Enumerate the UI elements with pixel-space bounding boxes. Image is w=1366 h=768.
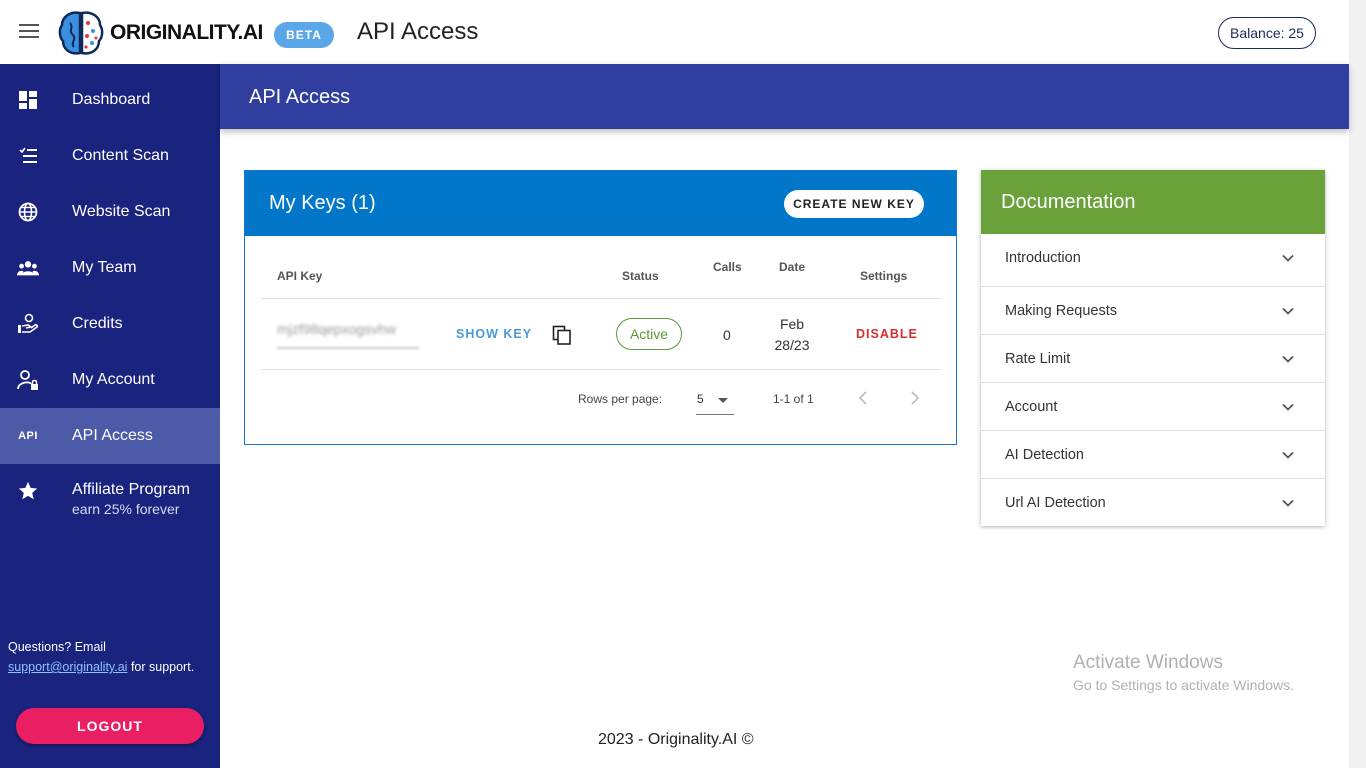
api-key-blur-underline <box>277 347 419 349</box>
column-header-settings: Settings <box>860 269 908 283</box>
copy-icon[interactable] <box>552 325 572 345</box>
api-key-masked: mjzf98qepxogsvhw <box>277 321 397 337</box>
divider <box>261 298 941 299</box>
team-icon <box>17 257 39 279</box>
sidebar-item-label: Website Scan <box>72 203 171 220</box>
sidebar-item-affiliate-program[interactable]: Affiliate Program earn 25% forever <box>0 464 220 534</box>
my-keys-card: My Keys (1) CREATE NEW KEY API Key Statu… <box>244 170 957 445</box>
globe-icon <box>17 201 39 223</box>
footer-text: 2023 - Originality.AI © <box>598 731 754 748</box>
windows-watermark-title: Activate Windows <box>1073 652 1223 673</box>
create-new-key-button[interactable]: CREATE NEW KEY <box>784 190 924 218</box>
chevron-down-icon <box>1282 403 1294 411</box>
account-lock-icon <box>17 369 39 391</box>
doc-item-label: Url AI Detection <box>1005 495 1106 511</box>
documentation-header: Documentation <box>981 170 1325 234</box>
rows-per-page-value: 5 <box>697 392 704 406</box>
sidebar-item-label: Dashboard <box>72 91 151 108</box>
date-value: Feb 28/23 <box>765 314 819 356</box>
sidebar-item-label: Affiliate Program <box>72 481 190 498</box>
page-header-band: API Access <box>220 64 1349 129</box>
brain-logo-icon <box>58 11 104 55</box>
sidebar-item-dashboard[interactable]: Dashboard <box>0 72 220 128</box>
balance-badge[interactable]: Balance: 25 <box>1218 17 1316 49</box>
calls-value: 0 <box>723 327 731 343</box>
sidebar-item-label: Content Scan <box>72 147 169 164</box>
column-header-date: Date <box>779 260 806 274</box>
chevron-down-icon <box>1282 355 1294 363</box>
doc-item-label: Rate Limit <box>1005 351 1071 367</box>
logo[interactable]: ORIGINALITY.AI <box>58 9 263 57</box>
sidebar-item-label: API Access <box>72 427 153 444</box>
column-header-calls: Calls <box>713 260 742 274</box>
windows-watermark-subtitle: Go to Settings to activate Windows. <box>1073 677 1294 693</box>
vertical-scrollbar[interactable] <box>1349 0 1366 768</box>
chevron-down-icon <box>1282 499 1294 507</box>
documentation-title: Documentation <box>1001 191 1136 213</box>
my-keys-header: My Keys (1) CREATE NEW KEY <box>245 171 956 236</box>
checklist-icon <box>17 145 39 167</box>
sidebar-item-api-access[interactable]: API API Access <box>0 408 220 464</box>
sidebar-item-my-account[interactable]: My Account <box>0 352 220 408</box>
sidebar-item-my-team[interactable]: My Team <box>0 240 220 296</box>
support-suffix: for support. <box>127 660 195 674</box>
sidebar-item-label: Credits <box>72 315 123 332</box>
doc-item-rate-limit[interactable]: Rate Limit <box>981 334 1325 382</box>
doc-item-introduction[interactable]: Introduction <box>981 234 1325 282</box>
chevron-down-icon <box>1282 307 1294 315</box>
support-prefix: Questions? Email <box>8 640 106 654</box>
doc-item-label: Introduction <box>1005 250 1081 266</box>
chevron-down-icon <box>1282 451 1294 459</box>
divider <box>261 369 941 370</box>
page-title: API Access <box>357 18 479 45</box>
disable-button[interactable]: DISABLE <box>856 327 918 341</box>
api-icon: API <box>18 430 38 442</box>
documentation-panel: Documentation Introduction Making Reques… <box>981 170 1325 526</box>
sidebar-item-label: My Team <box>72 259 137 276</box>
column-header-status: Status <box>622 269 659 283</box>
doc-item-label: AI Detection <box>1005 447 1084 463</box>
doc-item-ai-detection[interactable]: AI Detection <box>981 430 1325 478</box>
support-email-link[interactable]: support@originality.ai <box>8 660 127 674</box>
date-line-1: Feb <box>779 316 805 332</box>
doc-item-label: Making Requests <box>1005 303 1118 319</box>
sidebar-item-content-scan[interactable]: Content Scan <box>0 128 220 184</box>
date-line-2: 28/23 <box>774 337 810 353</box>
my-keys-title: My Keys (1) <box>269 192 376 214</box>
pagination-range: 1-1 of 1 <box>773 392 814 406</box>
sidebar-item-credits[interactable]: Credits <box>0 296 220 352</box>
show-key-button[interactable]: SHOW KEY <box>456 327 532 341</box>
band-title: API Access <box>249 86 351 108</box>
sidebar-item-label: My Account <box>72 371 155 388</box>
brand-name: ORIGINALITY.AI <box>110 21 263 44</box>
sidebar: Dashboard Content Scan Website Scan My T… <box>0 64 220 768</box>
status-badge: Active <box>616 318 682 350</box>
chevron-down-icon <box>1282 254 1294 262</box>
beta-badge: BETA <box>274 22 334 48</box>
doc-item-url-ai-detection[interactable]: Url AI Detection <box>981 478 1325 526</box>
credits-hand-icon <box>17 313 39 335</box>
column-header-api-key: API Key <box>277 269 323 283</box>
doc-item-account[interactable]: Account <box>981 382 1325 430</box>
dashboard-icon <box>17 89 39 111</box>
doc-item-label: Account <box>1005 399 1058 415</box>
menu-icon[interactable] <box>19 24 39 40</box>
caret-down-icon <box>718 398 728 403</box>
doc-item-making-requests[interactable]: Making Requests <box>981 286 1325 334</box>
sidebar-item-website-scan[interactable]: Website Scan <box>0 184 220 240</box>
rows-per-page-select[interactable]: 5 <box>696 389 734 415</box>
logout-button[interactable]: LOGOUT <box>16 708 204 744</box>
top-bar: ORIGINALITY.AI BETA API Access Balance: … <box>0 0 1349 64</box>
star-icon <box>17 480 39 502</box>
sidebar-item-sublabel: earn 25% forever <box>72 501 180 517</box>
support-text: Questions? Email support@originality.ai … <box>8 637 194 677</box>
chevron-left-icon[interactable] <box>855 389 873 407</box>
rows-per-page-label: Rows per page: <box>578 392 663 406</box>
chevron-right-icon[interactable] <box>905 389 923 407</box>
